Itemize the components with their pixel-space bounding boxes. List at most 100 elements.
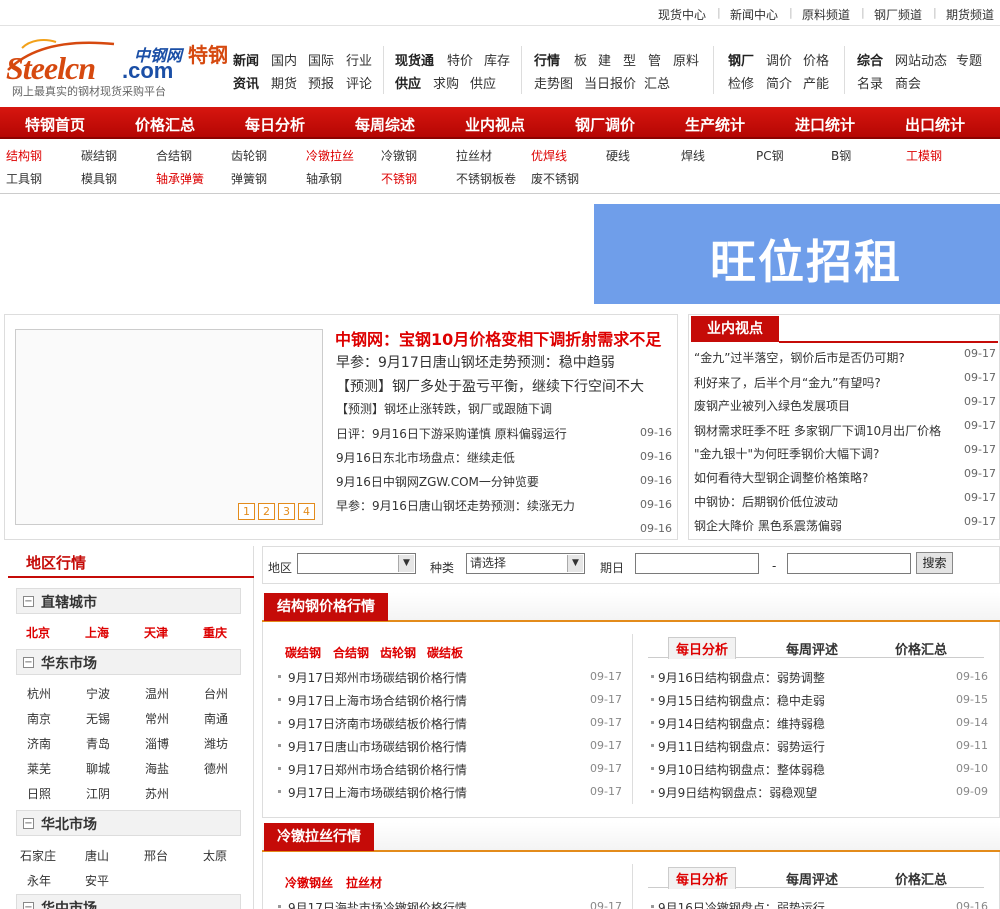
nav-title[interactable]: 供应 [395,73,421,92]
nav-title[interactable]: 新闻 [233,50,259,69]
top-link-raw[interactable]: 原料频道 [802,6,850,23]
section-title[interactable]: 冷镦拉丝行情 [264,823,374,851]
news-link[interactable]: 9月16日中钢网ZGW.COM一分钟览要 [336,473,539,490]
city-link[interactable]: 常州 [145,710,169,727]
menu-item-home[interactable]: 特钢首页 [25,114,85,135]
category-link[interactable]: 齿轮钢 [231,147,267,164]
menu-item-mill-price[interactable]: 钢厂调价 [575,114,635,135]
industry-view-title[interactable]: 业内视点 [691,316,779,342]
ad-banner[interactable]: 旺位招租 [594,204,1000,304]
dropdown-arrow-icon[interactable]: ▼ [398,555,414,572]
tab-price-summary[interactable]: 价格汇总 [895,639,947,658]
city-link[interactable]: 邢台 [144,847,168,864]
price-link[interactable]: 9月17日海盐市场冷镦钢价格行情 [288,899,467,909]
dropdown-arrow-icon[interactable]: ▼ [567,555,583,572]
slider-page-2[interactable]: 2 [258,503,275,520]
city-link[interactable]: 天津 [144,624,168,641]
nav-link[interactable]: 简介 [766,73,792,92]
nav-link[interactable]: 国内 [271,50,297,69]
headline-link[interactable]: 中钢网：宝钢10月价格变相下调折射需求不足 [335,326,661,350]
nav-link[interactable]: 走势图 [534,73,573,92]
analysis-link[interactable]: 9月14日结构钢盘点：维持弱稳 [658,715,825,732]
nav-link[interactable]: 汇总 [644,73,670,92]
nav-link[interactable]: 型 [623,50,636,69]
city-link[interactable]: 潍坊 [204,735,228,752]
category-link[interactable]: 不锈钢 [381,170,417,187]
nav-link[interactable]: 管 [648,50,661,69]
menu-item-daily-analysis[interactable]: 每日分析 [245,114,305,135]
nav-link[interactable]: 预报 [308,73,334,92]
menu-item-production[interactable]: 生产统计 [685,114,745,135]
city-link[interactable]: 聊城 [86,760,110,777]
category-link[interactable]: 结构钢 [6,147,42,164]
nav-link[interactable]: 原料 [673,50,699,69]
nav-link[interactable]: 板 [574,50,587,69]
view-link[interactable]: 钢企大降价 黑色系震荡偏弱 [694,517,842,534]
nav-link[interactable]: 名录 [857,73,883,92]
nav-link[interactable]: 检修 [728,73,754,92]
view-link[interactable]: 如何看待大型钢企调整价格策略? [694,469,868,486]
date-from-input[interactable] [635,553,759,574]
nav-link[interactable]: 求购 [433,73,459,92]
analysis-link[interactable]: 9月9日结构钢盘点：弱稳观望 [658,784,817,801]
menu-item-import[interactable]: 进口统计 [795,114,855,135]
nav-link[interactable]: 价格 [803,50,829,69]
menu-item-export[interactable]: 出口统计 [905,114,965,135]
city-link[interactable]: 海盐 [145,760,169,777]
category-link[interactable]: 焊线 [681,147,705,164]
site-logo[interactable]: 中钢网 Steelcn .com 特钢 网上最真实的钢材现货采购平台 [4,36,228,102]
nav-link[interactable]: 国际 [308,50,334,69]
category-link[interactable]: 冷镦拉丝 [306,147,354,164]
news-link[interactable]: 早参：9月17日唐山钢坯走势预测：稳中趋弱 [336,352,615,372]
category-link[interactable]: 弹簧钢 [231,170,267,187]
slider-page-4[interactable]: 4 [298,503,315,520]
top-link-news[interactable]: 新闻中心 [730,6,778,23]
category-link[interactable]: 齿轮钢 [380,644,416,661]
category-link[interactable]: 碳结钢 [81,147,117,164]
collapse-icon[interactable]: − [23,818,34,829]
view-link[interactable]: 废钢产业被列入绿色发展项目 [694,397,850,414]
city-link[interactable]: 上海 [85,624,109,641]
category-link[interactable]: B钢 [831,147,851,164]
category-link[interactable]: 合结钢 [156,147,192,164]
slider-page-3[interactable]: 3 [278,503,295,520]
tab-daily-analysis[interactable]: 每日分析 [668,867,737,889]
price-link[interactable]: 9月17日上海市场合结钢价格行情 [288,692,467,709]
top-link-mill[interactable]: 钢厂频道 [874,6,922,23]
region-group-header[interactable]: − 华中市场 [16,894,241,909]
category-link[interactable]: 冷镦钢 [381,147,417,164]
search-button[interactable]: 搜索 [916,552,953,574]
category-link[interactable]: 硬线 [606,147,630,164]
analysis-link[interactable]: 9月15日结构钢盘点：稳中走弱 [658,692,825,709]
city-link[interactable]: 南京 [27,710,51,727]
category-link[interactable]: 不锈钢板卷 [456,170,516,187]
category-link[interactable]: 合结钢 [333,644,369,661]
category-link[interactable]: 碳结钢 [285,644,321,661]
price-link[interactable]: 9月17日济南市场碳结板价格行情 [288,715,467,732]
city-link[interactable]: 唐山 [85,847,109,864]
city-link[interactable]: 无锡 [86,710,110,727]
price-link[interactable]: 9月17日上海市场碳结钢价格行情 [288,784,467,801]
city-link[interactable]: 永年 [27,872,51,889]
nav-title[interactable]: 综合 [857,50,883,69]
category-link[interactable]: 优焊线 [531,147,567,164]
nav-link[interactable]: 专题 [956,50,982,69]
category-link[interactable]: 轴承钢 [306,170,342,187]
city-link[interactable]: 淄博 [145,735,169,752]
city-link[interactable]: 太原 [203,847,227,864]
view-link[interactable]: 利好来了，后半个月“金九”有望吗? [694,374,881,391]
city-link[interactable]: 石家庄 [20,847,56,864]
city-link[interactable]: 济南 [27,735,51,752]
nav-title[interactable]: 行情 [534,50,560,69]
top-link-futures[interactable]: 期货频道 [946,6,994,23]
category-link[interactable]: 工模钢 [906,147,942,164]
nav-link[interactable]: 建 [598,50,611,69]
city-link[interactable]: 莱芜 [27,760,51,777]
nav-link[interactable]: 调价 [766,50,792,69]
nav-link[interactable]: 当日报价 [584,73,636,92]
news-link[interactable]: 9月16日东北市场盘点：继续走低 [336,449,515,466]
type-select[interactable]: 请选择 ▼ [466,553,585,574]
city-link[interactable]: 安平 [85,872,109,889]
nav-link[interactable]: 网站动态 [895,50,947,69]
nav-link[interactable]: 库存 [484,50,510,69]
